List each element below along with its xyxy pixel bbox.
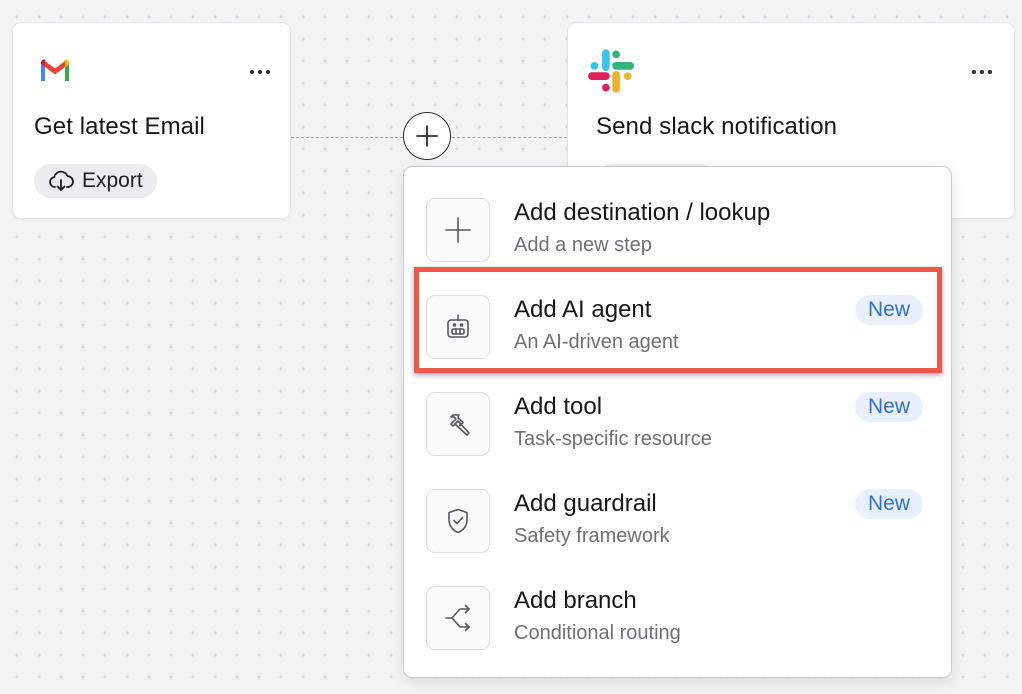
menu-item-label: Add destination / lookup [514, 199, 771, 226]
menu-item-label: Add AI agent [514, 296, 652, 323]
menu-item-add-ai-agent[interactable]: Add AI agent An AI-driven agent New [404, 264, 951, 359]
menu-item-description: An AI-driven agent [514, 331, 679, 353]
menu-item-icon-box [426, 295, 490, 359]
export-button[interactable]: Export [34, 164, 157, 198]
gmail-node-more-icon[interactable] [250, 67, 276, 77]
menu-item-add-guardrail[interactable]: Add guardrail Safety framework New [404, 458, 951, 553]
gmail-node-title: Get latest Email [34, 113, 205, 140]
menu-item-icon-box [426, 392, 490, 456]
menu-item-label: Add branch [514, 587, 637, 614]
menu-item-icon-box [426, 198, 490, 262]
plus-icon [416, 125, 438, 147]
menu-item-add-tool[interactable]: Add tool Task-specific resource New [404, 361, 951, 456]
connector-line-right [452, 137, 567, 138]
add-step-menu: Add destination / lookup Add a new step … [403, 166, 952, 678]
robot-icon [447, 314, 469, 338]
plus-icon [445, 217, 471, 243]
gmail-node-card[interactable]: Get latest Email Export [12, 22, 291, 219]
new-badge: New [854, 392, 923, 422]
menu-item-description: Safety framework [514, 525, 670, 547]
menu-item-add-destination[interactable]: Add destination / lookup Add a new step [404, 167, 951, 262]
branch-icon [445, 604, 470, 632]
new-badge: New [854, 295, 923, 325]
menu-item-description: Conditional routing [514, 622, 681, 644]
new-badge: New [854, 489, 923, 519]
export-button-label: Export [82, 169, 143, 192]
menu-item-icon-box [426, 586, 490, 650]
cloud-download-icon [49, 170, 74, 191]
slack-logo-icon [588, 49, 634, 93]
menu-item-label: Add tool [514, 393, 603, 420]
menu-item-icon-box [426, 489, 490, 553]
shield-check-icon [448, 508, 468, 534]
hammer-icon [450, 414, 470, 436]
menu-item-add-branch[interactable]: Add branch Conditional routing [404, 555, 951, 650]
menu-item-description: Task-specific resource [514, 428, 712, 450]
menu-item-label: Add guardrail [514, 490, 657, 517]
add-step-button[interactable] [403, 112, 451, 160]
slack-node-title: Send slack notification [596, 113, 838, 140]
menu-item-description: Add a new step [514, 234, 652, 256]
connector-line-left [291, 137, 403, 138]
gmail-logo-icon [41, 59, 69, 81]
slack-node-more-icon[interactable] [972, 67, 998, 77]
